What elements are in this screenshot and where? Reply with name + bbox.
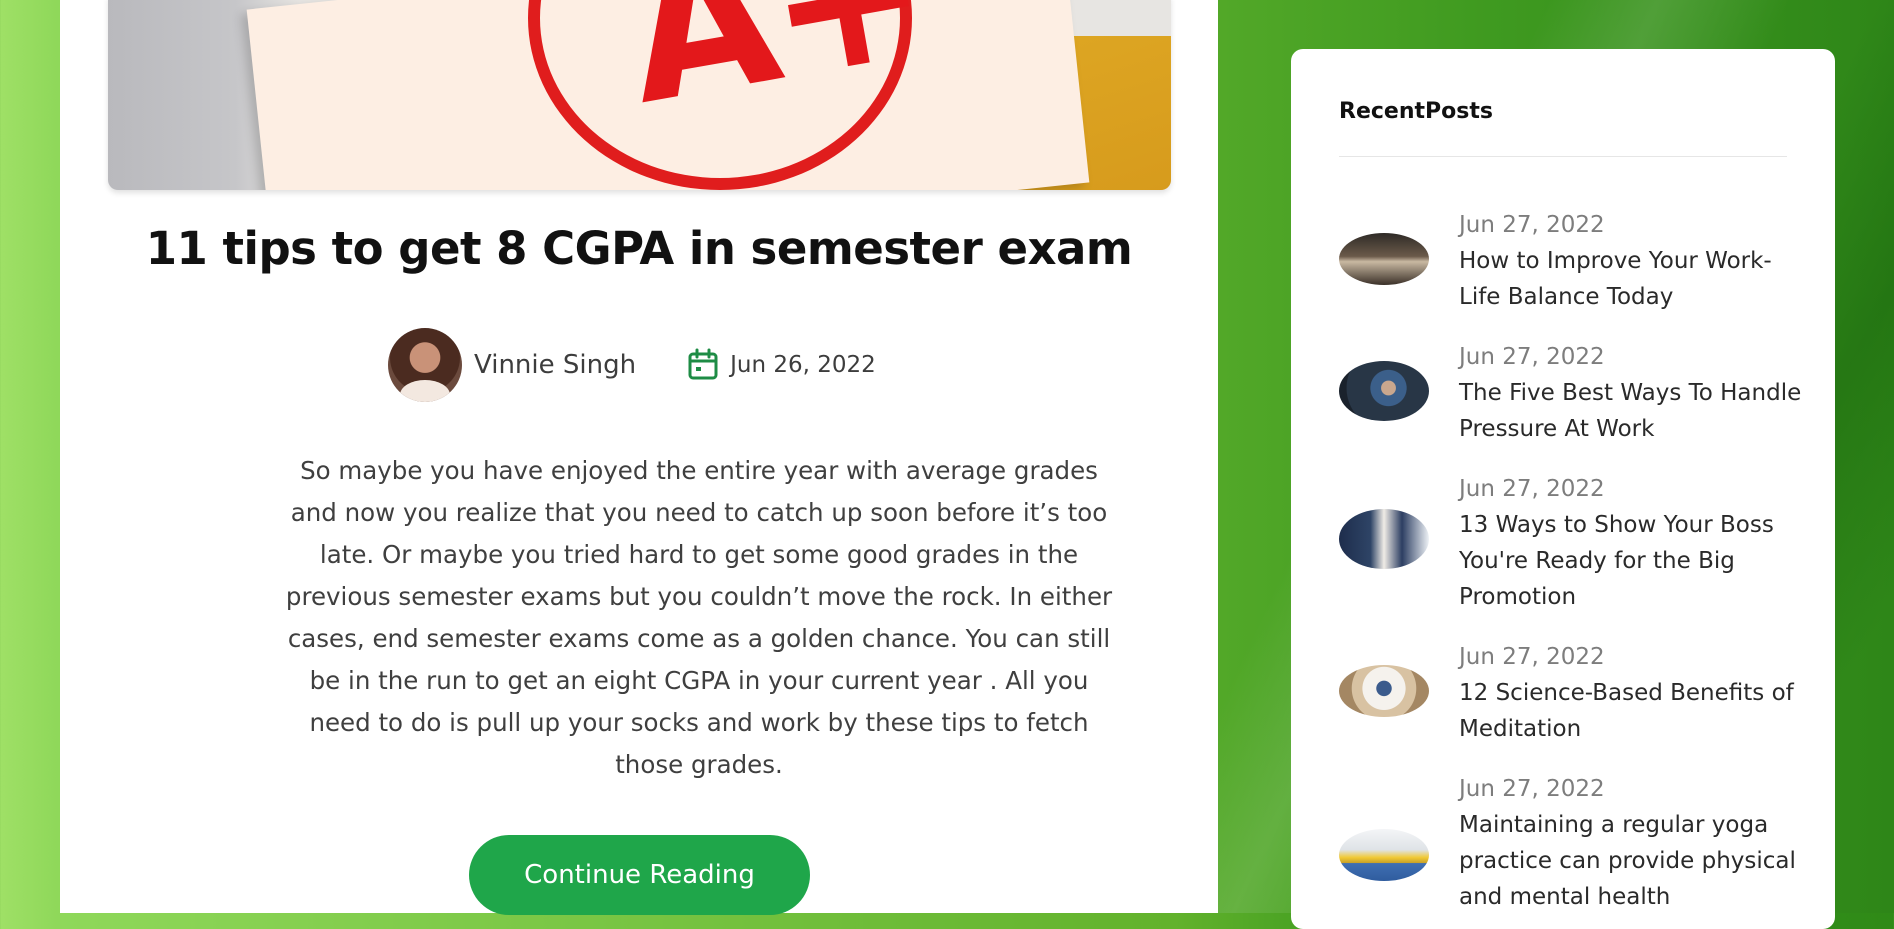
recent-post-thumbnail[interactable] bbox=[1339, 361, 1429, 421]
post-excerpt: So maybe you have enjoyed the entire yea… bbox=[285, 456, 1113, 779]
recent-post-title[interactable]: The Five Best Ways To Handle Pressure At… bbox=[1459, 375, 1809, 447]
post-meta: Vinnie Singh Jun 26, 2022 bbox=[388, 327, 876, 403]
continue-reading-button[interactable]: Continue Reading bbox=[469, 835, 810, 915]
divider bbox=[1339, 156, 1787, 157]
post-card: A+ 11 tips to get 8 CGPA in semester exa… bbox=[60, 0, 1218, 915]
recent-post-title[interactable]: 12 Science-Based Benefits of Meditation bbox=[1459, 675, 1809, 747]
recent-post-title[interactable]: 13 Ways to Show Your Boss You're Ready f… bbox=[1459, 507, 1809, 615]
recent-post-thumbnail[interactable] bbox=[1339, 509, 1429, 569]
recent-post-title[interactable]: How to Improve Your Work-Life Balance To… bbox=[1459, 243, 1809, 315]
calendar-icon bbox=[686, 348, 720, 382]
post-title[interactable]: 11 tips to get 8 CGPA in semester exam bbox=[60, 222, 1218, 275]
recent-post-thumbnail[interactable] bbox=[1339, 829, 1429, 881]
recent-posts-widget: RecentPosts Jun 27, 2022 How to Improve … bbox=[1291, 49, 1835, 929]
post-featured-image[interactable]: A+ bbox=[108, 0, 1171, 190]
recent-post-date: Jun 27, 2022 bbox=[1459, 212, 1605, 238]
recent-post-date: Jun 27, 2022 bbox=[1459, 344, 1605, 370]
recent-posts-heading: RecentPosts bbox=[1339, 99, 1493, 124]
author-name[interactable]: Vinnie Singh bbox=[474, 350, 636, 380]
post-date: Jun 26, 2022 bbox=[730, 352, 876, 378]
recent-post-thumbnail[interactable] bbox=[1339, 233, 1429, 285]
recent-post-date: Jun 27, 2022 bbox=[1459, 476, 1605, 502]
recent-post-date: Jun 27, 2022 bbox=[1459, 776, 1605, 802]
recent-post-thumbnail[interactable] bbox=[1339, 665, 1429, 717]
recent-post-title[interactable]: Maintaining a regular yoga practice can … bbox=[1459, 807, 1809, 915]
recent-post-date: Jun 27, 2022 bbox=[1459, 644, 1605, 670]
author-avatar bbox=[388, 328, 462, 402]
